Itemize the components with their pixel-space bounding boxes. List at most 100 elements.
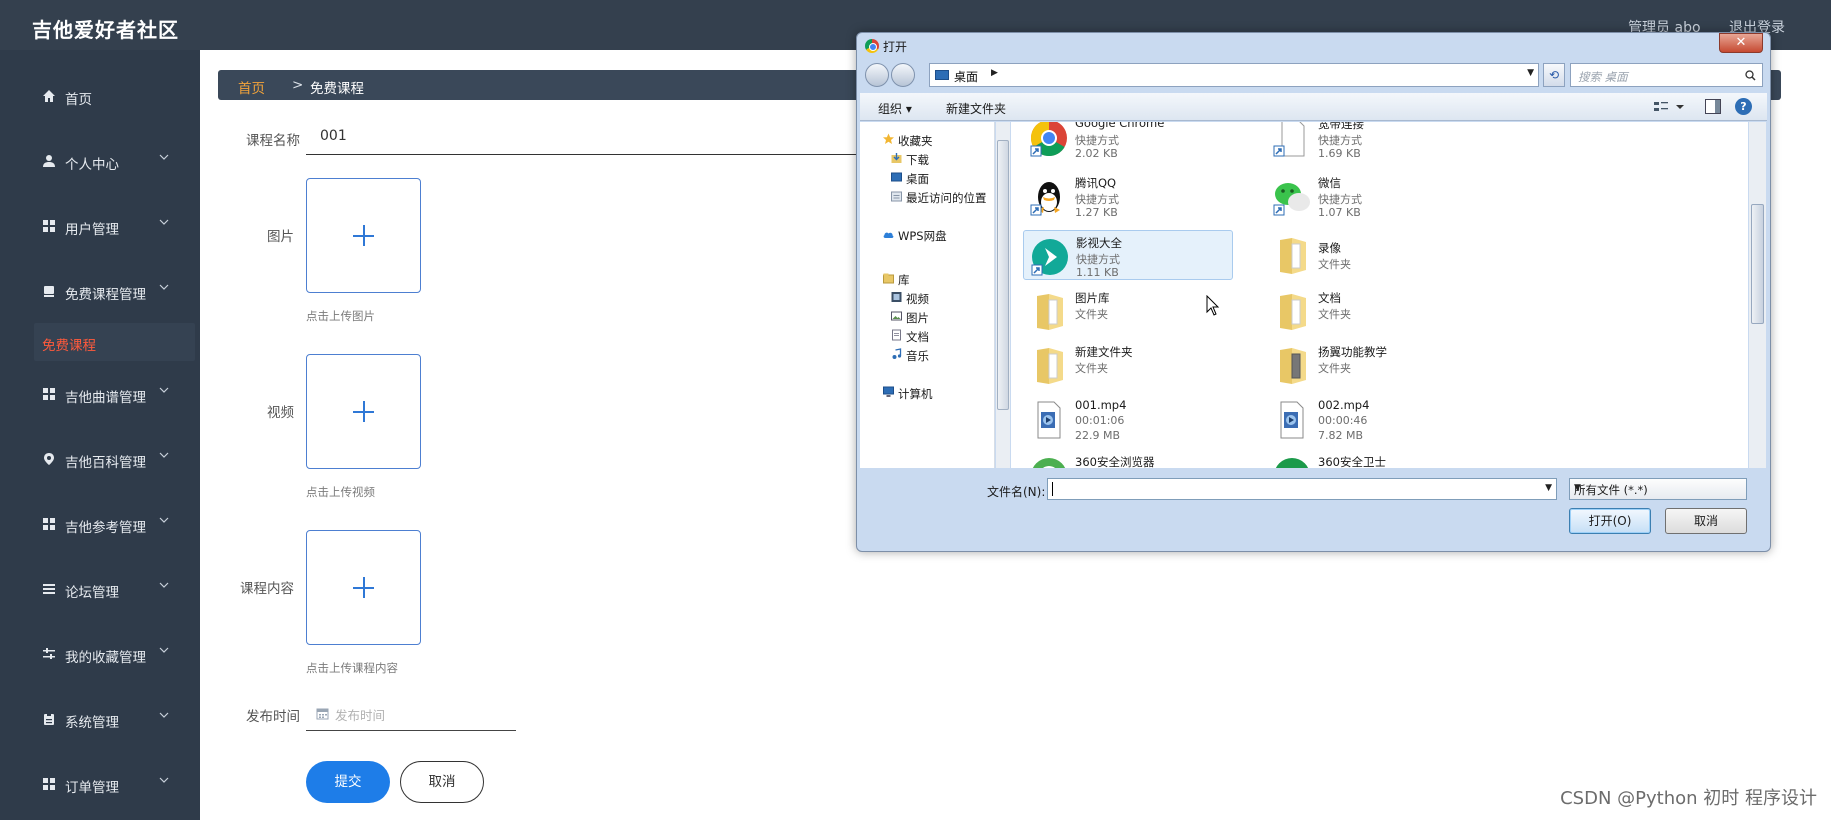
- nav-computer[interactable]: 计算机: [898, 386, 933, 402]
- search-input[interactable]: 搜索 桌面: [1570, 63, 1763, 87]
- list-item[interactable]: 新建文件夹 文件夹: [1023, 340, 1233, 390]
- download-folder-icon: [891, 153, 902, 163]
- sidebar-item-forum-mgmt[interactable]: 论坛管理: [0, 570, 200, 610]
- nav-library[interactable]: 库: [898, 272, 910, 288]
- navigation-pane: 收藏夹 下载 桌面 最近访问的位置 WPS网盘 库 视频 图片 文档 音乐 计算…: [860, 122, 995, 468]
- file-type: 快捷方式: [1318, 134, 1362, 147]
- file-name: 宽带连接: [1318, 122, 1364, 131]
- content-label: 课程内容: [240, 581, 294, 597]
- chevron-down-icon: [159, 517, 169, 523]
- grid-icon: [43, 388, 55, 400]
- video-upload-button[interactable]: [306, 354, 421, 469]
- browser-icon: [1032, 458, 1066, 468]
- nav-wps-drive[interactable]: WPS网盘: [898, 228, 947, 244]
- nav-favorites[interactable]: 收藏夹: [898, 133, 933, 149]
- chevron-down-icon[interactable]: ▼: [1545, 483, 1552, 493]
- course-name-input[interactable]: 001: [306, 119, 906, 155]
- nav-music[interactable]: 音乐: [906, 348, 929, 364]
- file-type: 文件夹: [1318, 258, 1351, 271]
- list-item[interactable]: 宽带连接 快捷方式 1.69 KB: [1266, 122, 1476, 162]
- grid-icon: [43, 518, 55, 530]
- sidebar-item-favorites-mgmt[interactable]: 我的收藏管理: [0, 635, 200, 675]
- sidebar-item-tabs-mgmt[interactable]: 吉他曲谱管理: [0, 375, 200, 415]
- list-item[interactable]: 微信 快捷方式 1.07 KB: [1266, 171, 1476, 221]
- list-item[interactable]: 扬翼功能教学 文件夹: [1266, 340, 1476, 390]
- grid-icon: [43, 778, 55, 790]
- cloud-icon: [883, 232, 894, 238]
- filename-input[interactable]: ▼: [1047, 478, 1557, 500]
- list-item[interactable]: 录像 文件夹: [1266, 230, 1476, 280]
- chevron-down-icon: [159, 387, 169, 393]
- list-icon: [43, 584, 55, 594]
- list-item[interactable]: 002.mp4 00:00:46 7.82 MB: [1266, 394, 1476, 444]
- file-name: 001.mp4: [1075, 398, 1127, 412]
- list-item[interactable]: 360安全卫士: [1266, 450, 1476, 468]
- sidebar-subitem-free-course[interactable]: 免费课程: [34, 323, 195, 361]
- sidebar-item-personal[interactable]: 个人中心: [0, 142, 200, 182]
- file-name: 录像: [1318, 241, 1341, 255]
- list-item[interactable]: 001.mp4 00:01:06 22.9 MB: [1023, 394, 1233, 444]
- sidebar-item-label: 个人中心: [65, 157, 119, 173]
- music-library-icon: [892, 348, 902, 359]
- list-item[interactable]: 360安全浏览器: [1023, 450, 1233, 468]
- publish-time-picker[interactable]: 发布时间: [306, 697, 516, 731]
- content-upload-button[interactable]: [306, 530, 421, 645]
- nav-pane-scrollbar[interactable]: [996, 122, 1010, 468]
- address-location: 桌面: [954, 70, 979, 84]
- list-item[interactable]: 影视大全 快捷方式 1.11 KB: [1023, 230, 1233, 280]
- file-name: 腾讯QQ: [1075, 176, 1117, 190]
- scrollbar-thumb[interactable]: [1751, 204, 1764, 324]
- cancel-button[interactable]: 取消: [400, 761, 484, 803]
- desktop-icon: [891, 172, 902, 182]
- filetype-select[interactable]: 所有文件 (*.*) ▼: [1569, 478, 1747, 500]
- dialog-cancel-button[interactable]: 取消: [1665, 508, 1747, 534]
- submit-button[interactable]: 提交: [306, 761, 390, 803]
- breadcrumb-home[interactable]: 首页: [238, 77, 265, 97]
- refresh-button[interactable]: ⟲: [1543, 63, 1565, 87]
- filename-label: 文件名(N):: [987, 485, 1046, 499]
- close-button[interactable]: ✕: [1719, 33, 1763, 53]
- nav-downloads[interactable]: 下载: [906, 152, 929, 168]
- file-type: 快捷方式: [1318, 193, 1362, 206]
- list-item[interactable]: 文档 文件夹: [1266, 286, 1476, 336]
- video-file-icon: [1037, 401, 1061, 439]
- sidebar-item-free-course-mgmt[interactable]: 免费课程管理: [0, 272, 200, 312]
- list-item[interactable]: Google Chrome 快捷方式 2.02 KB: [1023, 122, 1233, 162]
- content-upload-hint: 点击上传课程内容: [306, 661, 398, 675]
- folder-icon: [1280, 294, 1306, 330]
- sidebar-item-system-mgmt[interactable]: 系统管理: [0, 700, 200, 740]
- nav-videos[interactable]: 视频: [906, 291, 929, 307]
- sidebar-item-reference-mgmt[interactable]: 吉他参考管理: [0, 505, 200, 545]
- list-item[interactable]: 腾讯QQ 快捷方式 1.27 KB: [1023, 171, 1233, 221]
- video-file-icon: [1280, 401, 1304, 439]
- new-folder-button[interactable]: 新建文件夹: [946, 100, 1006, 117]
- sidebar-item-label: 吉他参考管理: [65, 520, 146, 536]
- file-type: 快捷方式: [1075, 134, 1119, 147]
- sidebar-item-wiki-mgmt[interactable]: 吉他百科管理: [0, 440, 200, 480]
- file-list-scrollbar[interactable]: [1749, 122, 1766, 468]
- nav-documents[interactable]: 文档: [906, 329, 929, 345]
- nav-pictures[interactable]: 图片: [906, 310, 929, 326]
- sidebar-item-label: 系统管理: [65, 715, 119, 731]
- scrollbar-thumb[interactable]: [997, 140, 1009, 410]
- sidebar-item-home[interactable]: 首页: [0, 77, 200, 117]
- help-icon[interactable]: ?: [1735, 98, 1752, 115]
- list-item[interactable]: 图片库 文件夹: [1023, 286, 1233, 336]
- organize-menu[interactable]: 组织 ▾: [878, 100, 912, 117]
- view-options-icon[interactable]: [1652, 99, 1686, 115]
- file-name: 扬翼功能教学: [1318, 345, 1387, 359]
- preview-pane-icon[interactable]: [1705, 99, 1721, 114]
- nav-recent[interactable]: 最近访问的位置: [906, 190, 987, 206]
- sidebar-item-users[interactable]: 用户管理: [0, 207, 200, 247]
- chrome-icon: [1030, 122, 1067, 157]
- chevron-down-icon[interactable]: ▼: [1527, 68, 1534, 78]
- address-bar[interactable]: 桌面 ▶ ▼: [929, 63, 1539, 87]
- back-button[interactable]: [865, 63, 889, 87]
- sidebar-item-orders-mgmt[interactable]: 订单管理: [0, 765, 200, 805]
- file-name: 360安全浏览器: [1075, 455, 1155, 468]
- image-upload-button[interactable]: [306, 178, 421, 293]
- nav-desktop[interactable]: 桌面: [906, 171, 929, 187]
- shortcut-file-icon: [1273, 122, 1305, 157]
- open-button[interactable]: 打开(O): [1569, 508, 1651, 534]
- forward-button[interactable]: [891, 63, 915, 87]
